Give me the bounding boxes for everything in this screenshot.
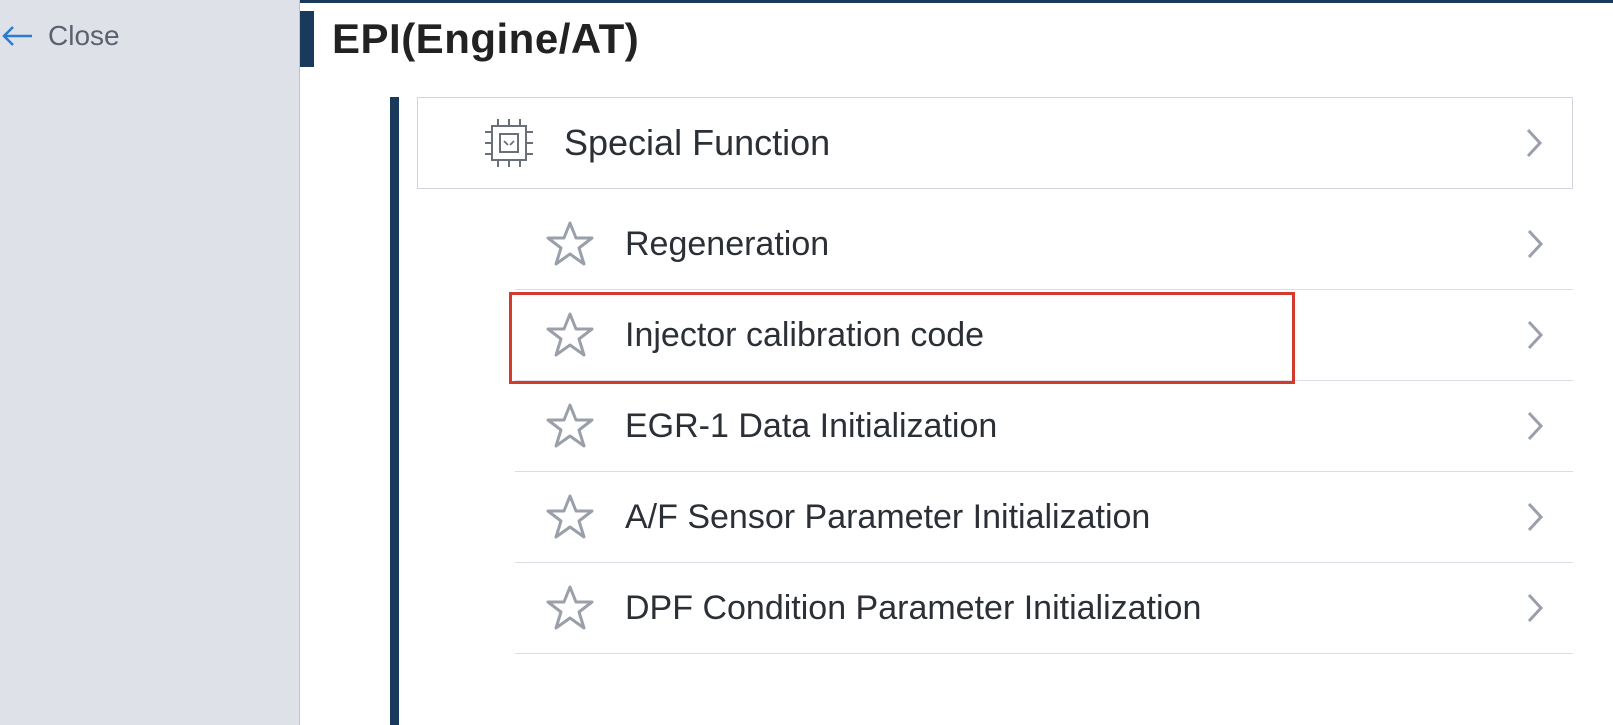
- list-header-special-function[interactable]: Special Function: [417, 97, 1573, 189]
- chevron-right-icon: [1524, 126, 1544, 160]
- content-wrap: Special Function Regeneration: [390, 97, 1573, 725]
- list-header-label: Special Function: [564, 122, 1524, 164]
- close-button[interactable]: Close: [0, 0, 299, 72]
- sidebar: Close: [0, 0, 300, 725]
- list-item-label: Injector calibration code: [625, 316, 1525, 355]
- list-item-injector-calibration-code[interactable]: Injector calibration code: [515, 290, 1573, 381]
- list-item-regeneration[interactable]: Regeneration: [515, 199, 1573, 290]
- arrow-left-icon: [0, 25, 34, 47]
- list-item-label: EGR-1 Data Initialization: [625, 407, 1525, 446]
- list-item-dpf-condition-parameter-initialization[interactable]: DPF Condition Parameter Initialization: [515, 563, 1573, 654]
- header-accent: [300, 11, 314, 67]
- star-icon[interactable]: [515, 217, 625, 271]
- star-icon[interactable]: [515, 308, 625, 362]
- star-icon[interactable]: [515, 399, 625, 453]
- content-accent: [390, 97, 399, 725]
- chip-icon: [454, 114, 564, 172]
- chevron-right-icon: [1525, 227, 1545, 261]
- star-icon[interactable]: [515, 581, 625, 635]
- list-item-egr1-data-initialization[interactable]: EGR-1 Data Initialization: [515, 381, 1573, 472]
- list-item-label: DPF Condition Parameter Initialization: [625, 589, 1525, 628]
- star-icon[interactable]: [515, 490, 625, 544]
- page-title: EPI(Engine/AT): [332, 15, 639, 63]
- chevron-right-icon: [1525, 318, 1545, 352]
- list-item-af-sensor-parameter-initialization[interactable]: A/F Sensor Parameter Initialization: [515, 472, 1573, 563]
- page-header: EPI(Engine/AT): [300, 3, 1573, 97]
- chevron-right-icon: [1525, 591, 1545, 625]
- chevron-right-icon: [1525, 409, 1545, 443]
- list-item-label: Regeneration: [625, 225, 1525, 264]
- main-content: EPI(Engine/AT): [300, 0, 1613, 725]
- chevron-right-icon: [1525, 500, 1545, 534]
- close-label: Close: [48, 20, 120, 52]
- sub-function-list: Regeneration Injector calibration code: [417, 199, 1573, 654]
- function-list: Special Function Regeneration: [399, 97, 1573, 725]
- list-item-label: A/F Sensor Parameter Initialization: [625, 498, 1525, 537]
